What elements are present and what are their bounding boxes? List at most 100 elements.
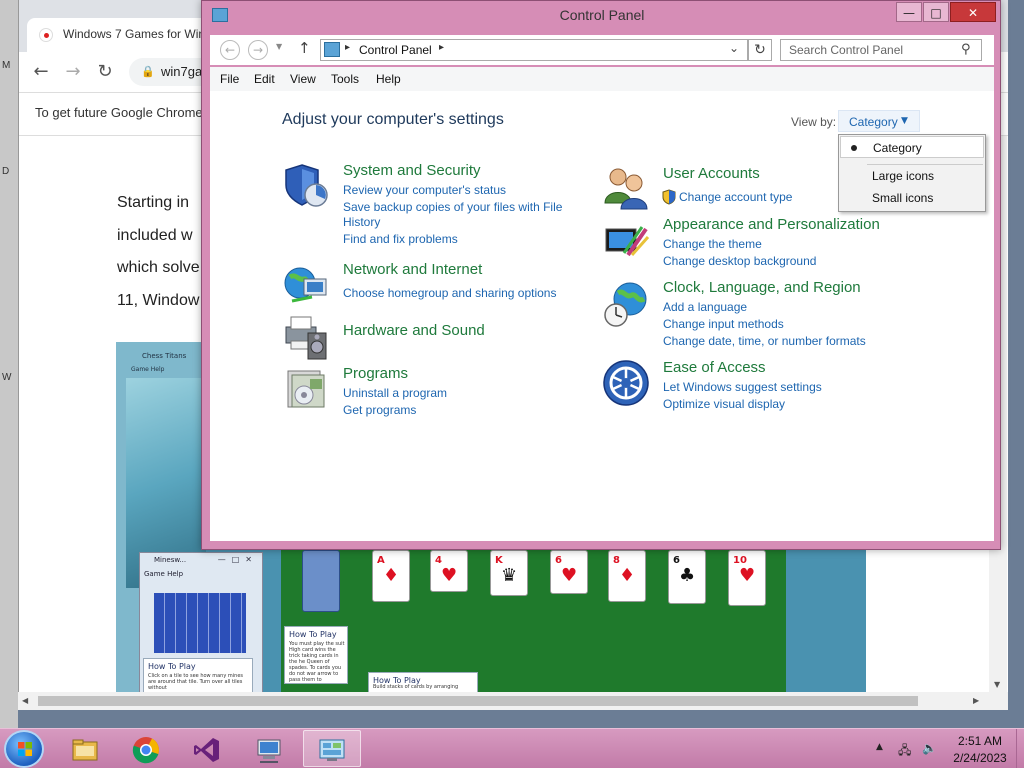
card: A ♦ <box>372 550 410 602</box>
howto-panel: How To Play You must play the suit High … <box>284 626 348 684</box>
programs-icon <box>287 370 325 408</box>
appearance-icon <box>605 226 650 257</box>
category-clock-language-region[interactable]: Clock, Language, and Region <box>663 279 861 296</box>
link-find-fix-problems[interactable]: Find and fix problems <box>343 232 458 246</box>
breadcrumb-separator-icon[interactable]: ▸ <box>439 42 444 53</box>
view-option-category[interactable]: Category <box>840 136 984 158</box>
forward-button[interactable]: → <box>248 40 268 60</box>
card-back <box>302 550 340 612</box>
view-option-large-icons[interactable]: Large icons <box>840 165 984 187</box>
start-button[interactable] <box>4 730 44 768</box>
shield-icon <box>285 164 328 207</box>
page-title: Adjust your computer's settings <box>282 111 504 128</box>
howto-text: Build stacks of cards by arranging <box>373 684 459 690</box>
howto-panel: How To Play Click on a tile to see how m… <box>143 658 253 694</box>
taskbar-control-panel[interactable] <box>303 730 361 767</box>
side-letter: M <box>2 60 11 71</box>
windows-logo-icon <box>18 742 32 756</box>
view-option-label: Category <box>873 141 922 155</box>
link-homegroup-sharing[interactable]: Choose homegroup and sharing options <box>343 286 556 300</box>
article-line: Starting in <box>117 194 190 211</box>
minesweeper-menu: Game Help <box>144 570 184 578</box>
howto-title: How To Play <box>289 630 337 639</box>
breadcrumb-separator-icon[interactable]: ▸ <box>345 42 350 53</box>
menu-tools[interactable]: Tools <box>331 72 359 86</box>
category-appearance-personalization[interactable]: Appearance and Personalization <box>663 216 880 233</box>
back-arrow-icon[interactable]: ← <box>29 60 53 84</box>
desktop-side-strip: M D W <box>0 0 18 728</box>
window-controls-icon: —□✕ <box>217 555 258 564</box>
category-hardware-sound[interactable]: Hardware and Sound <box>343 322 485 339</box>
link-save-backup[interactable]: Save backup copies of your files with Fi… <box>343 200 562 214</box>
view-by-dropdown[interactable]: Category ▼ <box>838 110 920 132</box>
view-by-menu: Category Large icons Small icons <box>838 134 986 212</box>
recent-pages-chevron-icon[interactable]: ▼ <box>276 42 282 51</box>
view-option-small-icons[interactable]: Small icons <box>840 187 984 209</box>
close-button[interactable]: ✕ <box>950 2 996 22</box>
link-get-programs[interactable]: Get programs <box>343 403 416 417</box>
chrome-tab[interactable]: Windows 7 Games for Win <box>27 18 227 52</box>
scrollbar-thumb[interactable] <box>38 696 918 706</box>
network-globe-icon <box>284 267 327 303</box>
minesweeper-grid <box>154 593 246 653</box>
clock-date[interactable]: 2/24/2023 <box>950 751 1010 765</box>
volume-icon[interactable]: 🔈 <box>922 741 937 755</box>
taskbar-file-explorer[interactable] <box>56 730 114 767</box>
menu-help[interactable]: Help <box>376 72 401 86</box>
taskbar-visual-studio[interactable] <box>178 730 236 767</box>
search-input[interactable] <box>781 40 959 60</box>
card: 6 ♥ <box>550 550 588 594</box>
link-change-account-type[interactable]: Change account type <box>679 190 792 204</box>
scroll-right-arrow-icon[interactable]: ▶ <box>973 696 979 705</box>
address-bar[interactable]: ▸ Control Panel ▸ ⌄ <box>320 39 748 61</box>
forward-arrow-icon[interactable]: → <box>61 60 85 84</box>
clock-time[interactable]: 2:51 AM <box>955 734 1005 748</box>
scroll-left-arrow-icon[interactable]: ◀ <box>22 696 28 705</box>
category-ease-of-access[interactable]: Ease of Access <box>663 359 766 376</box>
scroll-down-arrow-icon[interactable]: ▼ <box>994 680 1000 689</box>
link-change-input-methods[interactable]: Change input methods <box>663 317 784 331</box>
back-button[interactable]: ← <box>220 40 240 60</box>
chrome-url-text: win7ga <box>161 64 203 79</box>
category-network-internet[interactable]: Network and Internet <box>343 261 482 278</box>
menu-file[interactable]: File <box>220 72 239 86</box>
control-panel-icon <box>324 42 340 57</box>
taskbar-remote-desktop[interactable] <box>240 730 298 767</box>
menu-view[interactable]: View <box>290 72 316 86</box>
link-file-history[interactable]: History <box>343 215 380 229</box>
network-icon[interactable]: 🖧 <box>898 741 911 762</box>
view-option-label: Large icons <box>872 169 935 183</box>
side-letter: D <box>2 166 10 177</box>
link-change-date-time-formats[interactable]: Change date, time, or number formats <box>663 334 866 348</box>
minimize-button[interactable]: — <box>896 2 922 22</box>
up-arrow-icon[interactable]: ↑ <box>298 39 311 57</box>
menu-edit[interactable]: Edit <box>254 72 275 86</box>
link-windows-suggest-settings[interactable]: Let Windows suggest settings <box>663 380 822 394</box>
chrome-horizontal-scrollbar[interactable]: ◀ ▶ <box>18 692 1008 710</box>
link-uninstall-program[interactable]: Uninstall a program <box>343 386 447 400</box>
maximize-button[interactable]: □ <box>923 2 949 22</box>
link-optimize-visual-display[interactable]: Optimize visual display <box>663 397 785 411</box>
link-add-language[interactable]: Add a language <box>663 300 747 314</box>
search-box[interactable]: ⚲ <box>780 39 982 61</box>
show-hidden-icons-chevron-icon[interactable]: ▲ <box>876 742 883 752</box>
visual-studio-icon <box>194 738 219 762</box>
refresh-button[interactable]: ↻ <box>748 39 772 61</box>
favicon-icon <box>39 28 53 42</box>
breadcrumb-control-panel[interactable]: Control Panel <box>359 43 432 57</box>
address-dropdown-icon[interactable]: ⌄ <box>729 41 739 55</box>
view-option-label: Small icons <box>872 191 934 205</box>
taskbar-chrome[interactable] <box>117 730 175 767</box>
category-programs[interactable]: Programs <box>343 365 408 382</box>
card-table <box>281 550 786 694</box>
article-line: included w <box>117 227 193 244</box>
link-change-theme[interactable]: Change the theme <box>663 237 762 251</box>
reload-icon[interactable]: ↻ <box>93 60 117 84</box>
search-icon[interactable]: ⚲ <box>961 42 971 57</box>
link-change-desktop-background[interactable]: Change desktop background <box>663 254 816 268</box>
show-desktop-button[interactable] <box>1016 729 1024 768</box>
category-user-accounts[interactable]: User Accounts <box>663 165 760 182</box>
category-system-security[interactable]: System and Security <box>343 162 481 179</box>
card: 10 ♥ <box>728 550 766 606</box>
link-review-status[interactable]: Review your computer's status <box>343 183 506 197</box>
